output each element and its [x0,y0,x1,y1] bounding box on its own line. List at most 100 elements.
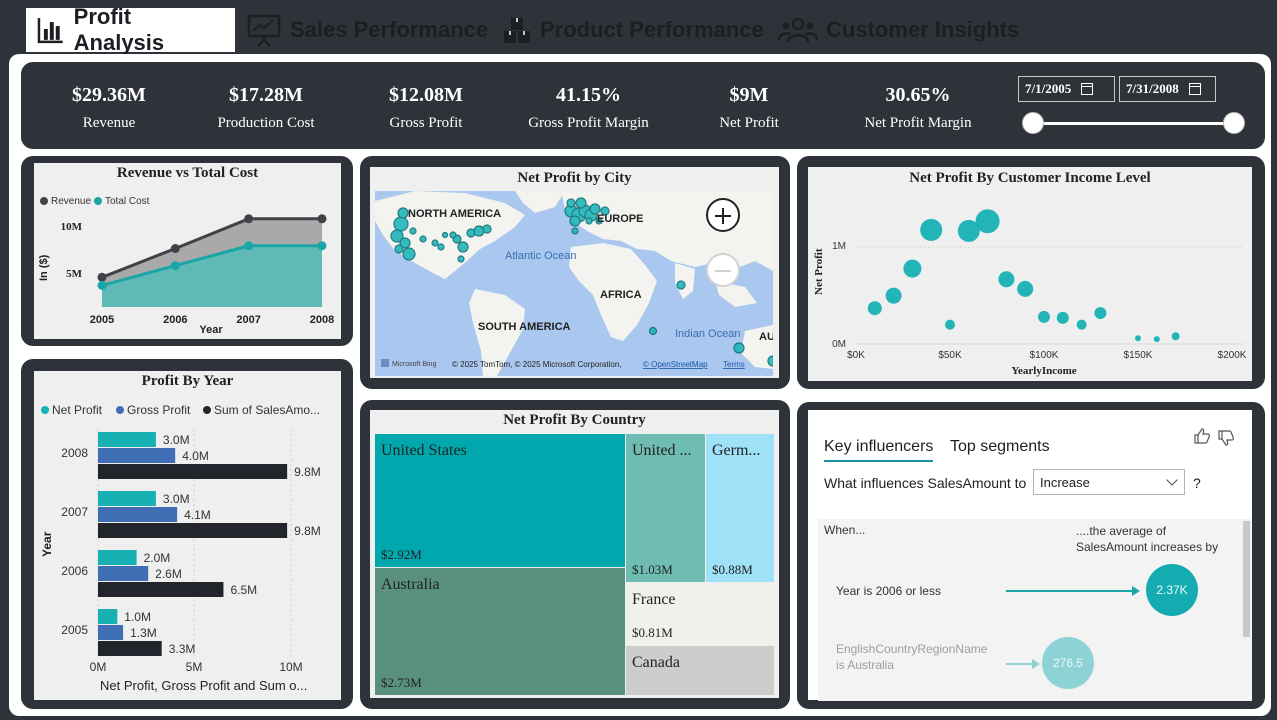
bar-2008-1 [98,448,176,463]
y-tick: 1M [832,241,846,252]
treemap-tile-germany[interactable]: Germ... $0.88M [706,434,774,582]
kpi-panel: $29.36M Revenue $17.28M Production Cost … [21,62,1265,149]
revenue-point [170,244,180,253]
key-influencers-card[interactable]: Key influencers Top segments What influe… [808,410,1252,701]
key-influencers-panel: Key influencers Top segments What influe… [797,402,1265,709]
zoom-in-button[interactable] [706,198,740,232]
tile-value: $0.88M [712,562,753,577]
revenue-vs-cost-chart: Revenue Total Cost 10M 5M In ($) Year 20… [38,196,334,336]
x-tick: $0K [847,350,865,361]
date-range-start-handle[interactable] [1022,112,1044,134]
x-tick: 2007 [236,314,260,326]
bar-2005-2 [98,641,162,656]
tab-top-segments[interactable]: Top segments [950,438,1050,456]
x-tick: 0M [90,660,107,674]
cost-point [244,241,254,251]
scrollbar[interactable] [1243,521,1250,637]
bar-value-label: 1.0M [124,610,151,624]
bar-2008-0 [98,432,156,447]
calendar-icon[interactable] [1188,83,1201,95]
scatter-point [1076,319,1087,330]
x-tick: 2006 [163,314,187,326]
arrow-icon [1032,659,1040,669]
revenue-vs-cost-card[interactable]: Revenue vs Total Cost Revenue Total Cost… [34,163,341,339]
bar-value-label: 4.0M [182,449,209,463]
start-date-input[interactable]: 7/1/2005 [1018,76,1115,102]
treemap-tile-united-kingdom[interactable]: United ... $1.03M [626,434,705,582]
net-profit-by-country-card[interactable]: Net Profit By Country United States $2.9… [370,410,779,698]
treemap-tile-united-states[interactable]: United States $2.92M [375,434,625,567]
scatter-point [920,218,943,241]
tab-label: Product Performance [540,17,764,42]
net-profit-by-income-card[interactable]: Net Profit By Customer Income Level 1M 0… [808,167,1252,381]
kpi-label: Net Profit [719,115,779,131]
influencer-row[interactable]: EnglishCountryRegionName is Australia 27… [836,633,1246,693]
map-label-australia: AU [759,331,773,343]
bar-2006-1 [98,566,149,581]
bar-value-label: 3.3M [169,642,196,656]
date-range-slider-track[interactable] [1033,122,1233,125]
kpi-net-profit: $9M Net Profit [704,84,794,132]
map-label-europe: EUROPE [597,213,643,225]
tab-label: Sales Performance [290,17,489,42]
openstreetmap-link[interactable]: © OpenStreetMap [643,360,708,369]
influencer-value-bubble: 2.37K [1146,564,1198,616]
bar-2006-0 [98,550,137,565]
tab-key-influencers[interactable]: Key influencers [824,438,934,462]
map-label-south-america: SOUTH AMERICA [478,321,571,333]
legend-net-profit: Net Profit [52,403,103,417]
profit-by-year-panel: Profit By Year Net Profit Gross Profit S… [21,359,353,709]
tab-profit-analysis[interactable]: Profit Analysis [26,4,235,55]
start-date-value: 7/1/2005 [1025,81,1072,96]
profit-by-year-card[interactable]: Profit By Year Net Profit Gross Profit S… [34,371,341,700]
tile-value: $2.73M [381,675,422,690]
scatter-point [1017,280,1034,297]
thumbs-up-icon[interactable] [1193,427,1211,445]
tab-sales-performance[interactable]: Sales Performance [236,8,498,52]
treemap-panel: Net Profit By Country United States $2.9… [360,400,790,709]
legend-marker-net [41,406,49,414]
x-tick: $50K [938,350,962,361]
x-tick: 10M [279,660,302,674]
influencer-label: EnglishCountryRegionName is Australia [836,642,988,672]
treemap-tile-canada[interactable]: Canada [626,646,774,695]
treemap-tile-france[interactable]: France $0.81M [626,583,774,645]
influencer-row[interactable]: Year is 2006 or less 2.37K [836,564,1246,620]
calendar-icon[interactable] [1081,83,1094,95]
connector-line [1006,590,1136,592]
end-date-input[interactable]: 7/31/2008 [1119,76,1216,102]
tile-name: Canada [632,654,680,671]
x-tick: $200K [1218,350,1247,361]
bar-value-label: 2.0M [144,551,171,565]
scatter-point [1094,307,1107,320]
revenue-point [97,272,107,282]
treemap-tile-australia[interactable]: Australia $2.73M [375,568,625,695]
page-tabs: Profit Analysis Sales Performance Produc… [0,0,1277,56]
revenue-point [244,214,254,224]
minus-icon [715,270,731,272]
influence-direction-value: Increase [1040,475,1090,490]
date-range-end-handle[interactable] [1223,112,1245,134]
people-group-icon [778,17,818,43]
influencer-label: Year is 2006 or less [836,584,941,598]
thumbs-down-icon[interactable] [1217,429,1235,447]
kpi-label: Gross Profit [389,115,463,131]
net-profit-by-city-card[interactable]: Net Profit by City NORTH AMERICA EUROPE … [370,167,779,378]
kpi-value: $12.08M [389,84,463,106]
profit-by-year-chart: Net Profit Gross Profit Sum of SalesAmo.… [40,403,321,693]
bing-label: Microsoft Bing [392,361,436,368]
zoom-out-button[interactable] [706,253,740,287]
terms-link[interactable]: Terms [723,360,745,369]
tab-customer-insights[interactable]: Customer Insights [768,8,1029,52]
y-axis-title: Net Profit [813,248,825,295]
influence-direction-select[interactable]: Increase [1033,469,1185,495]
x-axis-title: Net Profit, Gross Profit and Sum o... [100,678,307,693]
tile-name: Germ... [712,442,761,459]
y-tick: 2005 [61,623,88,637]
tab-product-performance[interactable]: Product Performance [492,8,774,52]
x-tick: $100K [1030,350,1059,361]
map-panel: Net Profit by City NORTH AMERICA EUROPE … [360,156,790,389]
tile-value: $2.92M [381,547,422,562]
treemap: United States $2.92M Australia $2.73M Un… [375,434,774,695]
kpi-revenue: $29.36M Revenue [59,84,159,132]
